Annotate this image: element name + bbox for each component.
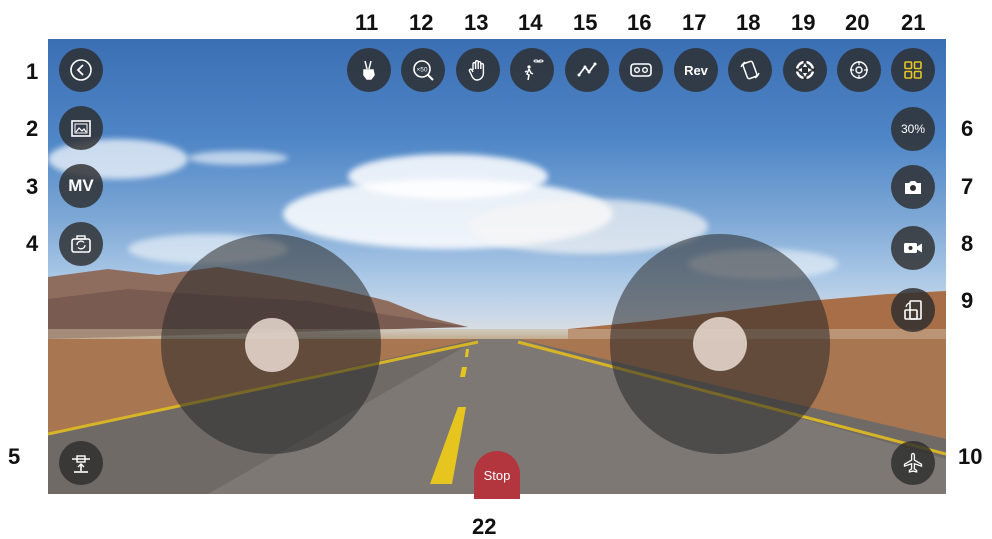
menu-button[interactable] [891, 48, 935, 92]
flight-button[interactable] [891, 441, 935, 485]
mv-label: MV [68, 176, 94, 195]
callout-3: 3 [26, 174, 39, 199]
stop-label: Stop [483, 467, 511, 483]
callout-14: 14 [518, 10, 543, 35]
speed-button[interactable]: 30% [891, 107, 935, 151]
menu-grid-icon [904, 61, 922, 79]
callout-16: 16 [627, 10, 652, 35]
callout-17: 17 [682, 10, 707, 35]
callout-2: 2 [26, 116, 39, 141]
zoom-icon: ×50 [413, 60, 434, 81]
rotate-screen-icon [904, 300, 922, 320]
callout-19: 19 [791, 10, 816, 35]
palm-button[interactable] [456, 48, 500, 92]
rev-label: Rev [684, 62, 708, 78]
gesture-button[interactable] [347, 48, 391, 92]
camera-icon [905, 181, 921, 194]
trajectory-button[interactable] [565, 48, 609, 92]
speed-label: 30% [900, 122, 926, 136]
follow-button[interactable] [510, 48, 554, 92]
headless-button[interactable] [837, 48, 881, 92]
camera-switch-icon [71, 235, 91, 253]
callout-5: 5 [8, 444, 21, 469]
calibrate-button[interactable] [783, 48, 827, 92]
callout-12: 12 [409, 10, 434, 35]
takeoff-land-button[interactable] [59, 441, 103, 485]
zoom-label: ×50 [416, 67, 427, 74]
back-button[interactable] [59, 48, 103, 92]
gallery-icon [71, 120, 91, 137]
callout-4: 4 [26, 231, 39, 256]
palm-icon [468, 60, 485, 81]
zoom-button[interactable]: ×50 [401, 48, 445, 92]
callout-15: 15 [573, 10, 598, 35]
gravity-button[interactable] [728, 48, 772, 92]
headless-mode-icon [850, 61, 868, 79]
airplane-icon [903, 452, 923, 473]
vr-button[interactable] [619, 48, 663, 92]
callout-10: 10 [958, 444, 983, 469]
stop-button[interactable]: Stop [474, 451, 520, 499]
callout-7: 7 [961, 174, 974, 199]
rev-button[interactable]: Rev [674, 48, 718, 92]
video-button[interactable] [891, 226, 935, 270]
video-icon [904, 243, 922, 253]
vr-icon [630, 63, 652, 77]
follow-me-icon [524, 59, 544, 81]
callout-9: 9 [961, 288, 974, 313]
camera-feed [48, 39, 946, 494]
trajectory-icon [577, 62, 597, 77]
right-joystick-knob[interactable] [693, 317, 747, 371]
callout-8: 8 [961, 231, 974, 256]
mv-button[interactable]: MV [59, 164, 103, 208]
photo-button[interactable] [891, 165, 935, 209]
callout-13: 13 [464, 10, 489, 35]
takeoff-icon [72, 455, 90, 473]
gallery-button[interactable] [59, 106, 103, 150]
callout-18: 18 [736, 10, 761, 35]
left-joystick-knob[interactable] [245, 318, 299, 372]
rotate-screen-button[interactable] [891, 288, 935, 332]
road-markings [48, 340, 946, 484]
peace-gesture-icon [363, 60, 375, 80]
callout-1: 1 [26, 59, 39, 84]
gravity-sensor-icon [740, 60, 760, 80]
callout-6: 6 [961, 116, 974, 141]
callout-20: 20 [845, 10, 870, 35]
calibrate-icon [795, 60, 815, 80]
callout-11: 11 [355, 10, 379, 35]
callout-21: 21 [901, 10, 926, 35]
camera-switch-button[interactable] [59, 222, 103, 266]
back-arrow-icon [70, 59, 92, 81]
callout-22: 22 [472, 514, 497, 539]
